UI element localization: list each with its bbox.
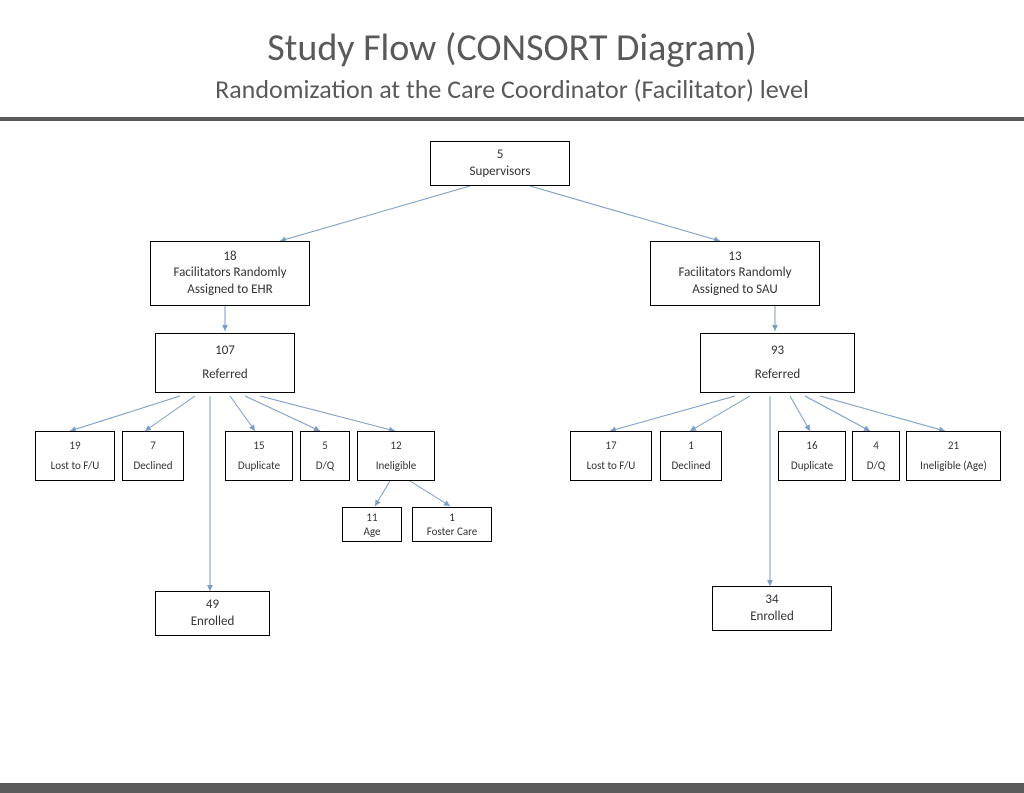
box-declined-sau: 1 Declined bbox=[660, 431, 722, 481]
duplicate-sau-label: Duplicate bbox=[791, 459, 833, 473]
ineligible-sau-label: Ineligible (Age) bbox=[920, 459, 987, 473]
referred-sau-label: Referred bbox=[755, 367, 801, 383]
ineligible-age-label: Age bbox=[364, 525, 381, 539]
page-subtitle: Randomization at the Care Coordinator (F… bbox=[0, 73, 1024, 105]
box-referred-ehr: 107 Referred bbox=[155, 333, 295, 393]
enrolled-ehr-label: Enrolled bbox=[191, 614, 235, 630]
box-ineligible-foster: 1 Foster Care bbox=[412, 507, 492, 542]
referred-sau-count: 93 bbox=[771, 343, 784, 359]
box-referred-sau: 93 Referred bbox=[700, 333, 855, 393]
enrolled-ehr-count: 49 bbox=[206, 597, 219, 613]
box-dq-sau: 4 D/Q bbox=[852, 431, 900, 481]
ineligible-ehr-label: Ineligible bbox=[376, 459, 417, 473]
arrows-layer bbox=[0, 121, 1024, 691]
dq-ehr-count: 5 bbox=[322, 439, 328, 453]
sau-label: Facilitators Randomly Assigned to SAU bbox=[678, 265, 791, 298]
page-title: Study Flow (CONSORT Diagram) bbox=[0, 25, 1024, 71]
dq-sau-count: 4 bbox=[873, 439, 879, 453]
box-duplicate-sau: 16 Duplicate bbox=[778, 431, 846, 481]
box-duplicate-ehr: 15 Duplicate bbox=[225, 431, 293, 481]
referred-ehr-label: Referred bbox=[202, 367, 248, 383]
ineligible-age-count: 11 bbox=[366, 511, 377, 525]
divider-bottom bbox=[0, 783, 1024, 793]
box-ineligible-sau: 21 Ineligible (Age) bbox=[906, 431, 1001, 481]
ineligible-foster-count: 1 bbox=[449, 511, 455, 525]
supervisors-label: Supervisors bbox=[470, 164, 531, 180]
box-arm-sau: 13 Facilitators Randomly Assigned to SAU bbox=[650, 241, 820, 306]
lost-sau-count: 17 bbox=[605, 439, 616, 453]
sau-count: 13 bbox=[728, 249, 741, 265]
duplicate-ehr-count: 15 bbox=[253, 439, 264, 453]
duplicate-ehr-label: Duplicate bbox=[238, 459, 280, 473]
ineligible-foster-label: Foster Care bbox=[427, 525, 478, 539]
duplicate-sau-count: 16 bbox=[806, 439, 817, 453]
dq-sau-label: D/Q bbox=[867, 459, 885, 473]
referred-ehr-count: 107 bbox=[215, 343, 235, 359]
ineligible-sau-count: 21 bbox=[948, 439, 959, 453]
enrolled-sau-count: 34 bbox=[765, 592, 778, 608]
declined-ehr-label: Declined bbox=[134, 459, 173, 473]
diagram-canvas: 5 Supervisors 18 Facilitators Randomly A… bbox=[0, 121, 1024, 691]
box-declined-ehr: 7 Declined bbox=[122, 431, 184, 481]
enrolled-sau-label: Enrolled bbox=[750, 609, 794, 625]
box-dq-ehr: 5 D/Q bbox=[300, 431, 350, 481]
box-enrolled-sau: 34 Enrolled bbox=[712, 586, 832, 631]
box-enrolled-ehr: 49 Enrolled bbox=[155, 591, 270, 636]
lost-sau-label: Lost to F/U bbox=[587, 459, 636, 473]
ehr-label: Facilitators Randomly Assigned to EHR bbox=[173, 265, 286, 298]
box-ineligible-age: 11 Age bbox=[342, 507, 402, 542]
declined-sau-count: 1 bbox=[688, 439, 694, 453]
box-lost-sau: 17 Lost to F/U bbox=[570, 431, 652, 481]
box-arm-ehr: 18 Facilitators Randomly Assigned to EHR bbox=[150, 241, 310, 306]
dq-ehr-label: D/Q bbox=[316, 459, 334, 473]
box-supervisors: 5 Supervisors bbox=[430, 141, 570, 186]
lost-ehr-count: 19 bbox=[69, 439, 80, 453]
ineligible-ehr-count: 12 bbox=[390, 439, 401, 453]
lost-ehr-label: Lost to F/U bbox=[51, 459, 100, 473]
supervisors-count: 5 bbox=[497, 147, 504, 163]
ehr-count: 18 bbox=[223, 249, 236, 265]
declined-sau-label: Declined bbox=[672, 459, 711, 473]
box-ineligible-ehr: 12 Ineligible bbox=[357, 431, 435, 481]
box-lost-ehr: 19 Lost to F/U bbox=[35, 431, 115, 481]
declined-ehr-count: 7 bbox=[150, 439, 156, 453]
